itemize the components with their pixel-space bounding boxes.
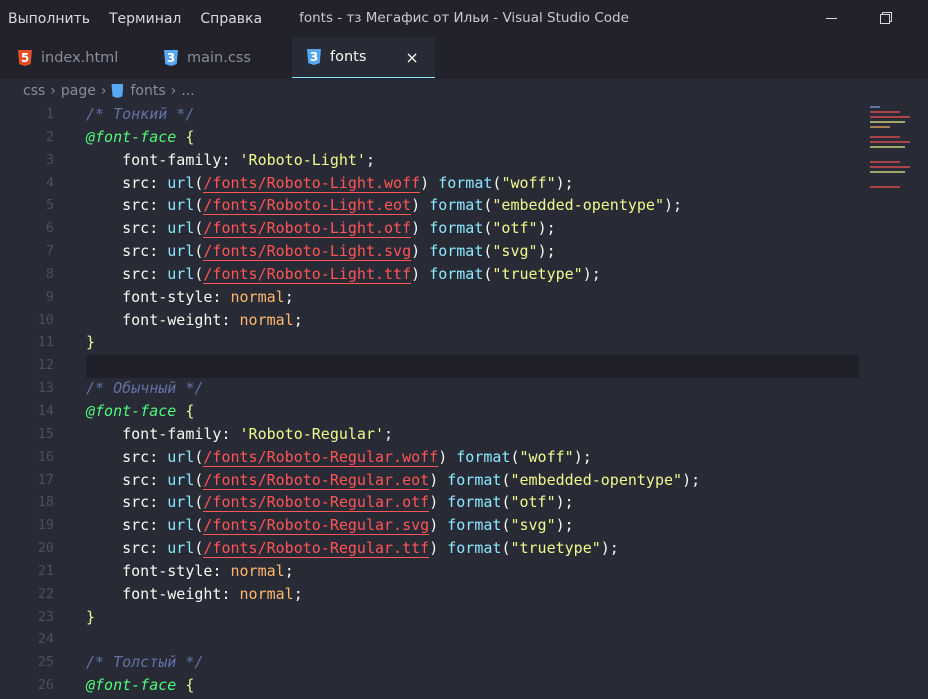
code-line[interactable]: src: url(/fonts/Roboto-Regular.otf) form… [86, 491, 700, 514]
line-number: 26 [37, 677, 54, 694]
css-file-icon: 3 [164, 50, 178, 66]
menu-run[interactable]: Выполнить [8, 11, 90, 27]
menu-terminal[interactable]: Терминал [109, 11, 181, 27]
code-line[interactable]: src: url(/fonts/Roboto-Regular.ttf) form… [86, 537, 700, 560]
code-line[interactable]: /* Толстый */ [86, 651, 700, 674]
line-number: 3 [45, 151, 54, 168]
code-line[interactable]: src: url(/fonts/Roboto-Light.svg) format… [86, 240, 700, 263]
line-number: 15 [37, 425, 54, 442]
code-line[interactable]: @font-face { [86, 400, 700, 423]
code-line[interactable] [86, 354, 700, 377]
line-number: 11 [37, 334, 54, 351]
code-area[interactable]: /* Тонкий */@font-face { font-family: 'R… [86, 103, 700, 697]
minimap-line [870, 111, 900, 113]
code-line[interactable]: font-style: normal; [86, 286, 700, 309]
line-number-gutter: 1 2 3 4 5 6 7 8 9 10 11 12 13 14 15 16 17 18 19 20 21 22 23 24 2… [0, 103, 60, 697]
line-number: 8 [45, 265, 54, 282]
line-number: 21 [37, 562, 54, 579]
breadcrumb-item-page[interactable]: page [61, 83, 96, 99]
line-number: 25 [37, 654, 54, 671]
code-line[interactable]: src: url(/fonts/Roboto-Light.eot) format… [86, 194, 700, 217]
tab-label: index.html [41, 50, 119, 66]
minimap-line [870, 106, 880, 108]
html-file-icon: 5 [18, 50, 32, 66]
tab-label: main.css [187, 50, 251, 66]
line-number: 24 [37, 631, 54, 648]
minimap-line [870, 126, 890, 128]
breadcrumb-item-css[interactable]: css [23, 83, 45, 99]
chevron-right-icon: › [170, 83, 177, 99]
line-number: 17 [37, 471, 54, 488]
code-line[interactable] [86, 628, 700, 651]
minimap-line [870, 141, 910, 143]
line-number: 20 [37, 540, 54, 557]
line-number: 7 [45, 243, 54, 260]
code-line[interactable]: src: url(/fonts/Roboto-Regular.eot) form… [86, 469, 700, 492]
minimap-line [870, 166, 910, 168]
css-file-icon: 3 [307, 49, 321, 65]
line-number: 18 [37, 494, 54, 511]
code-line[interactable]: src: url(/fonts/Roboto-Regular.svg) form… [86, 514, 700, 537]
tab-main-css[interactable]: 3 main.css [164, 37, 251, 79]
minimap-line [870, 116, 910, 118]
line-number: 19 [37, 517, 54, 534]
breadcrumb-item-fonts[interactable]: fonts [130, 83, 165, 99]
line-number: 5 [45, 197, 54, 214]
line-number: 1 [45, 106, 54, 122]
menu-help[interactable]: Справка [200, 11, 262, 27]
chevron-right-icon: › [50, 83, 56, 99]
line-number: 9 [45, 288, 54, 305]
chevron-right-icon: › [100, 83, 107, 99]
line-number: 16 [37, 448, 54, 465]
menu-bar: Выполнить Терминал Справка [8, 0, 281, 37]
code-line[interactable]: font-weight: normal; [86, 583, 700, 606]
line-number: 13 [37, 380, 54, 397]
title-bar: Выполнить Терминал Справка fonts - тз Ме… [0, 0, 928, 37]
code-line[interactable]: } [86, 606, 700, 629]
line-number: 6 [45, 220, 54, 237]
code-line[interactable]: @font-face { [86, 674, 700, 697]
breadcrumb: css › page › fonts › ... [0, 79, 928, 103]
close-icon[interactable]: × [405, 48, 418, 67]
minimap[interactable] [866, 103, 926, 203]
restore-icon[interactable] [876, 8, 896, 28]
minimize-icon[interactable] [822, 8, 842, 28]
tab-fonts[interactable]: 3 fonts × [292, 37, 435, 78]
line-number: 10 [37, 311, 54, 328]
line-number: 14 [37, 402, 54, 419]
line-number: 22 [37, 585, 54, 602]
code-line[interactable]: font-weight: normal; [86, 309, 700, 332]
tab-index-html[interactable]: 5 index.html [18, 37, 118, 79]
code-line[interactable]: src: url(/fonts/Roboto-Light.ttf) format… [86, 263, 700, 286]
code-line[interactable]: font-family: 'Roboto-Regular'; [86, 423, 700, 446]
code-line[interactable]: src: url(/fonts/Roboto-Light.woff) forma… [86, 172, 700, 195]
line-number: 2 [45, 128, 54, 145]
minimap-line [870, 186, 900, 188]
breadcrumb-item-more[interactable]: ... [181, 83, 194, 99]
code-line[interactable]: font-style: normal; [86, 560, 700, 583]
code-line[interactable]: @font-face { [86, 126, 700, 149]
code-line[interactable]: /* Тонкий */ [86, 103, 700, 126]
code-line[interactable]: /* Обычный */ [86, 377, 700, 400]
minimap-line [870, 171, 905, 173]
code-line[interactable]: font-family: 'Roboto-Light'; [86, 149, 700, 172]
line-number: 12 [37, 357, 54, 374]
minimap-line [870, 146, 905, 148]
code-editor[interactable]: 1 2 3 4 5 6 7 8 9 10 11 12 13 14 15 16 17 18 19 20 21 22 23 24 2… [0, 103, 928, 699]
tab-bar: 5 index.html 3 main.css 3 fonts × [0, 37, 928, 101]
line-number: 23 [37, 608, 54, 625]
code-line[interactable]: src: url(/fonts/Roboto-Regular.woff) for… [86, 446, 700, 469]
minimap-line [870, 161, 900, 163]
code-line[interactable]: src: url(/fonts/Roboto-Light.otf) format… [86, 217, 700, 240]
tab-label: fonts [330, 49, 367, 65]
css-file-icon [111, 84, 124, 98]
line-number: 4 [45, 174, 54, 191]
code-line[interactable]: } [86, 331, 700, 354]
minimap-line [870, 121, 905, 123]
minimap-line [870, 136, 900, 138]
